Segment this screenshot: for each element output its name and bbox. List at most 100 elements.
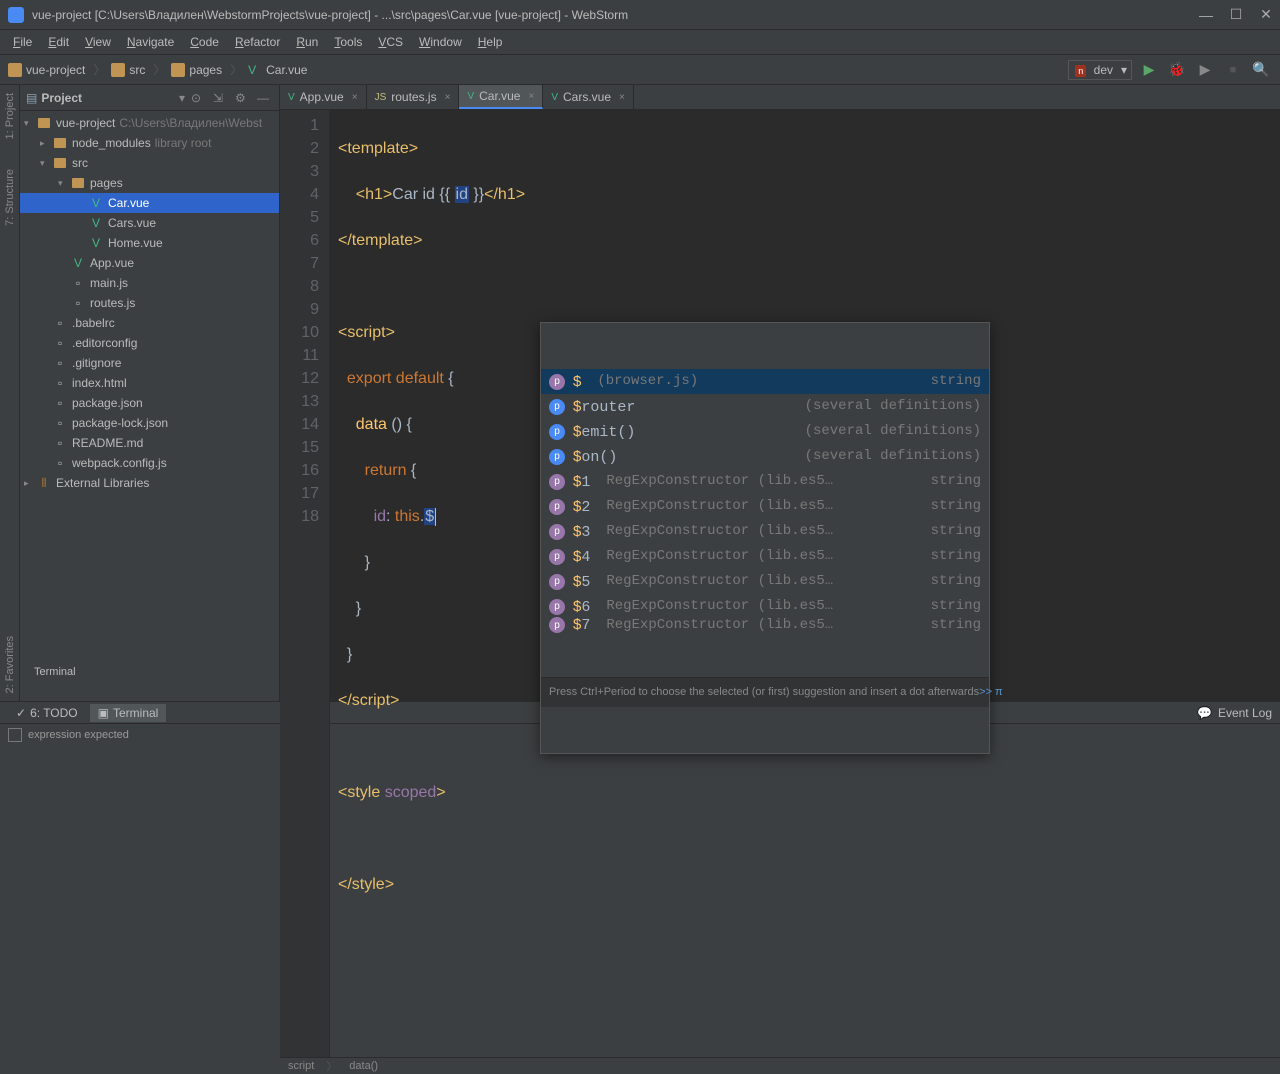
tree-node[interactable]: ▫main.js — [20, 273, 279, 293]
editor-tab[interactable]: VCars.vue× — [543, 85, 634, 109]
tree-node[interactable]: ▫package-lock.json — [20, 413, 279, 433]
tab-close-icon[interactable]: × — [528, 91, 534, 102]
rail-project[interactable]: 1: Project — [4, 93, 16, 139]
line-number: 15 — [280, 436, 319, 459]
menu-refactor[interactable]: Refactor — [227, 32, 288, 52]
nav-crumb[interactable]: pages — [171, 61, 222, 78]
line-gutter: 123456789101112131415161718 — [280, 110, 330, 1057]
tree-node[interactable]: ▫ package.json — [20, 393, 279, 413]
collapse-all-icon[interactable]: ⇲ — [213, 91, 229, 105]
rail-structure[interactable]: 7: Structure — [4, 169, 16, 226]
stop-button[interactable]: ■ — [1222, 59, 1244, 81]
tree-node[interactable]: VApp.vue — [20, 253, 279, 273]
bottom-tab-terminal[interactable]: ▣Terminal — [90, 704, 167, 722]
autocomplete-item[interactable]: p$3RegExpConstructor (lib.es5…string — [541, 519, 989, 544]
autocomplete-item[interactable]: p$emit()(several definitions) — [541, 419, 989, 444]
autocomplete-item[interactable]: p$(browser.js)string — [541, 369, 989, 394]
autocomplete-item[interactable]: p$4RegExpConstructor (lib.es5…string — [541, 544, 989, 569]
menu-help[interactable]: Help — [470, 32, 511, 52]
project-tree[interactable]: ▾vue-projectC:\Users\Владилен\Webst▸node… — [20, 111, 279, 701]
scroll-from-source-icon[interactable]: ⊙ — [191, 91, 207, 105]
breadcrumb-item[interactable]: data() — [349, 1060, 378, 1072]
lib-icon: ⫴ — [36, 476, 52, 490]
vue-icon: V — [70, 256, 86, 270]
bottom-tab-todo[interactable]: ✓6: TODO — [8, 704, 86, 722]
coverage-button[interactable]: ▶ — [1194, 59, 1216, 81]
tree-node[interactable]: ▫index.html — [20, 373, 279, 393]
close-button[interactable]: ✕ — [1260, 9, 1272, 21]
expand-arrow-icon[interactable]: ▸ — [24, 478, 36, 489]
completion-kind-icon: p — [549, 449, 565, 465]
tree-node[interactable]: ▫webpack.config.js — [20, 453, 279, 473]
expand-arrow-icon[interactable]: ▾ — [40, 158, 52, 169]
autocomplete-more-link[interactable]: >> π — [979, 681, 1003, 704]
search-everywhere-button[interactable]: 🔍 — [1250, 59, 1272, 81]
code-editor[interactable]: 123456789101112131415161718 <template> <… — [280, 110, 1280, 1057]
code-content[interactable]: <template> <h1>Car id {{ id }}</h1> </te… — [330, 110, 1280, 1057]
file-icon: ▫ — [52, 356, 68, 370]
run-button[interactable]: ▶ — [1138, 59, 1160, 81]
tab-close-icon[interactable]: × — [445, 92, 451, 103]
autocomplete-item[interactable]: p$7RegExpConstructor (lib.es5…string — [541, 619, 989, 631]
sidebar-title: Project — [41, 91, 179, 105]
menu-file[interactable]: File — [5, 32, 40, 52]
menu-code[interactable]: Code — [182, 32, 227, 52]
breadcrumb-item[interactable]: script — [288, 1060, 314, 1072]
npm-badge-icon: n — [1075, 65, 1086, 77]
menu-edit[interactable]: Edit — [40, 32, 77, 52]
tab-close-icon[interactable]: × — [352, 92, 358, 103]
autocomplete-item[interactable]: p$router(several definitions) — [541, 394, 989, 419]
nav-crumb[interactable]: vue-project — [8, 61, 85, 78]
autocomplete-item[interactable]: p$2RegExpConstructor (lib.es5…string — [541, 494, 989, 519]
autocomplete-item[interactable]: p$on()(several definitions) — [541, 444, 989, 469]
menu-vcs[interactable]: VCS — [370, 32, 411, 52]
rail-favorites[interactable]: 2: Favorites — [4, 636, 16, 693]
autocomplete-item[interactable]: p$1RegExpConstructor (lib.es5…string — [541, 469, 989, 494]
json-icon: ▫ — [52, 396, 68, 410]
tree-node[interactable]: VCars.vue — [20, 213, 279, 233]
tree-node[interactable]: ▫routes.js — [20, 293, 279, 313]
tree-node[interactable]: VCar.vue — [20, 193, 279, 213]
tree-node[interactable]: ▸⫴External Libraries — [20, 473, 279, 493]
tree-label: package.json — [72, 396, 143, 410]
expand-arrow-icon[interactable]: ▾ — [24, 118, 36, 129]
completion-name: $4 — [573, 545, 590, 569]
terminal-tool-label[interactable]: Terminal — [28, 664, 82, 680]
tree-node[interactable]: ▫.editorconfig — [20, 333, 279, 353]
tree-node[interactable]: VHome.vue — [20, 233, 279, 253]
tree-node[interactable]: ▫README.md — [20, 433, 279, 453]
run-config-select[interactable]: n dev — [1068, 60, 1132, 80]
minimize-button[interactable]: — — [1200, 9, 1212, 21]
window-titlebar: vue-project [C:\Users\Владилен\WebstormP… — [0, 0, 1280, 30]
nav-crumb[interactable]: VCar.vue — [248, 61, 307, 78]
expand-arrow-icon[interactable]: ▾ — [58, 178, 70, 189]
editor-tab[interactable]: VApp.vue× — [280, 85, 367, 109]
tree-node[interactable]: ▾pages — [20, 173, 279, 193]
tree-node[interactable]: ▾src — [20, 153, 279, 173]
tree-node[interactable]: ▾vue-projectC:\Users\Владилен\Webst — [20, 113, 279, 133]
autocomplete-popup[interactable]: p$(browser.js)stringp$router(several def… — [540, 322, 990, 754]
tree-node[interactable]: ▸node_moduleslibrary root — [20, 133, 279, 153]
hide-icon[interactable]: — — [257, 91, 273, 105]
maximize-button[interactable]: ☐ — [1230, 9, 1242, 21]
autocomplete-item[interactable]: p$5RegExpConstructor (lib.es5…string — [541, 569, 989, 594]
autocomplete-footer: Press Ctrl+Period to choose the selected… — [541, 677, 989, 707]
menu-run[interactable]: Run — [288, 32, 326, 52]
debug-button[interactable]: 🐞 — [1166, 59, 1188, 81]
menu-view[interactable]: View — [77, 32, 119, 52]
tree-node[interactable]: ▫.babelrc — [20, 313, 279, 333]
tree-label: README.md — [72, 436, 143, 450]
menu-tools[interactable]: Tools — [326, 32, 370, 52]
settings-icon[interactable]: ⚙ — [235, 91, 251, 105]
left-tool-rail: 1: Project 7: Structure 2: Favorites — [0, 85, 20, 701]
menu-navigate[interactable]: Navigate — [119, 32, 182, 52]
line-number: 2 — [280, 137, 319, 160]
tab-close-icon[interactable]: × — [619, 92, 625, 103]
expand-arrow-icon[interactable]: ▸ — [40, 138, 52, 149]
menu-window[interactable]: Window — [411, 32, 470, 52]
editor-tab[interactable]: VCar.vue× — [459, 85, 543, 109]
tree-label: .gitignore — [72, 356, 121, 370]
tree-node[interactable]: ▫ .gitignore — [20, 353, 279, 373]
nav-crumb[interactable]: src — [111, 61, 145, 78]
editor-tab[interactable]: JSroutes.js× — [367, 85, 460, 109]
